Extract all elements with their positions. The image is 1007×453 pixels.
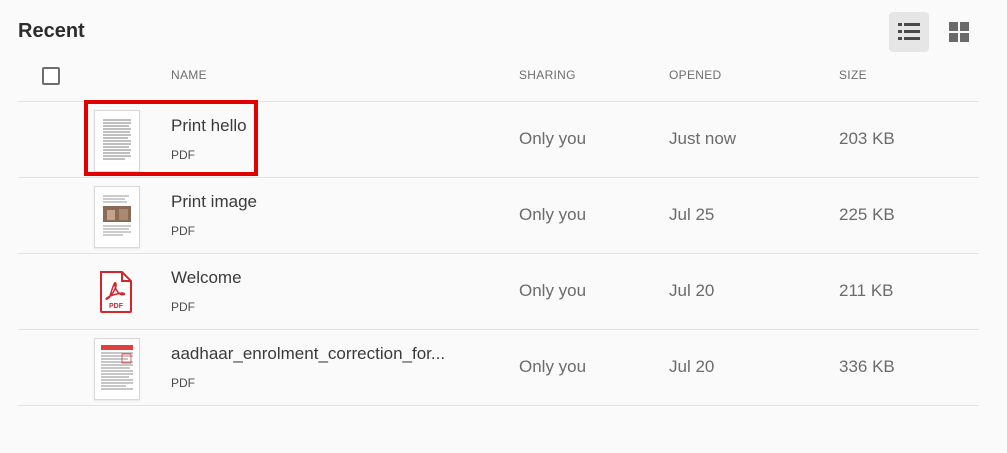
recent-files-page: Recent NAME SHARING OPENED SIZE Print he… (0, 0, 1007, 453)
file-size: 336 KB (839, 357, 895, 376)
table-row[interactable]: Print image PDF Only you Jul 25 225 KB (18, 178, 979, 254)
list-view-icon (898, 23, 920, 40)
grid-view-icon (949, 22, 969, 42)
select-all-checkbox[interactable] (42, 67, 60, 85)
pdf-icon: PDF (94, 262, 138, 322)
table-row[interactable]: PDF Welcome PDF Only you Jul 20 211 KB (18, 254, 979, 330)
file-type: PDF (171, 376, 195, 390)
file-type: PDF (171, 148, 195, 162)
table-header: NAME SHARING OPENED SIZE (18, 56, 979, 102)
file-name[interactable]: Welcome (171, 268, 242, 288)
file-size: 211 KB (839, 281, 894, 300)
table-row[interactable]: Print hello PDF Only you Just now 203 KB (18, 102, 979, 178)
file-type: PDF (171, 300, 195, 314)
column-header-name[interactable]: NAME (171, 68, 207, 82)
text-document-thumbnail (94, 110, 140, 172)
opened-date: Just now (669, 129, 737, 148)
column-header-size[interactable]: SIZE (839, 68, 867, 82)
list-view-button[interactable] (889, 12, 929, 52)
form-document-thumbnail (94, 338, 140, 400)
table-row[interactable]: aadhaar_enrolment_correction_for... PDF … (18, 330, 979, 406)
file-name[interactable]: Print hello (171, 116, 247, 136)
column-header-opened[interactable]: OPENED (669, 68, 721, 82)
file-name[interactable]: aadhaar_enrolment_correction_for... (171, 344, 445, 364)
opened-date: Jul 25 (669, 205, 715, 224)
opened-date: Jul 20 (669, 357, 715, 376)
page-title: Recent (18, 20, 85, 42)
sharing-status: Only you (519, 129, 587, 148)
opened-date: Jul 20 (669, 281, 715, 300)
file-name[interactable]: Print image (171, 192, 257, 212)
sharing-status: Only you (519, 205, 587, 224)
sharing-status: Only you (519, 357, 587, 376)
sharing-status: Only you (519, 281, 587, 300)
column-header-sharing: SHARING (519, 68, 576, 82)
grid-view-button[interactable] (939, 12, 979, 52)
file-size: 225 KB (839, 205, 895, 224)
svg-text:PDF: PDF (109, 303, 124, 310)
file-size: 203 KB (839, 129, 895, 148)
image-document-thumbnail (94, 186, 140, 248)
file-type: PDF (171, 224, 195, 238)
